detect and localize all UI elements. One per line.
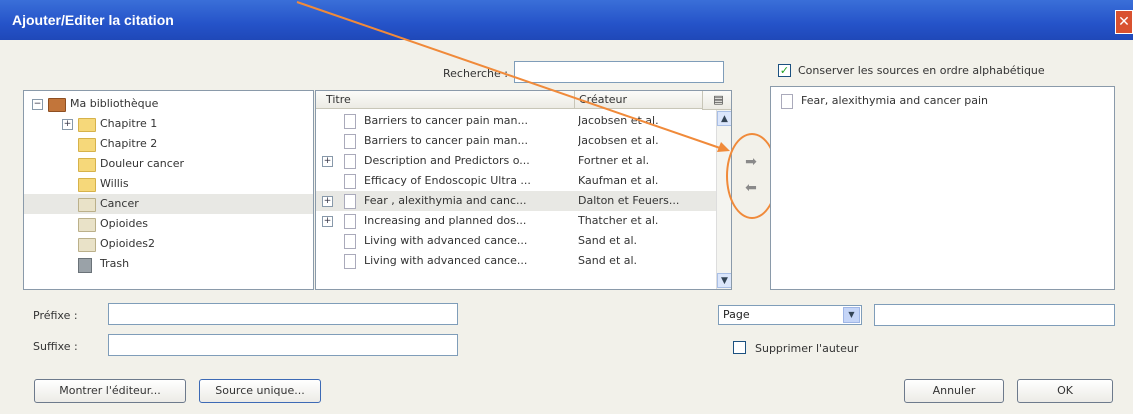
citation-dialog: Ajouter/Editer la citation ✕ Recherche :… (0, 0, 1133, 414)
annotation-arrow (296, 1, 730, 152)
